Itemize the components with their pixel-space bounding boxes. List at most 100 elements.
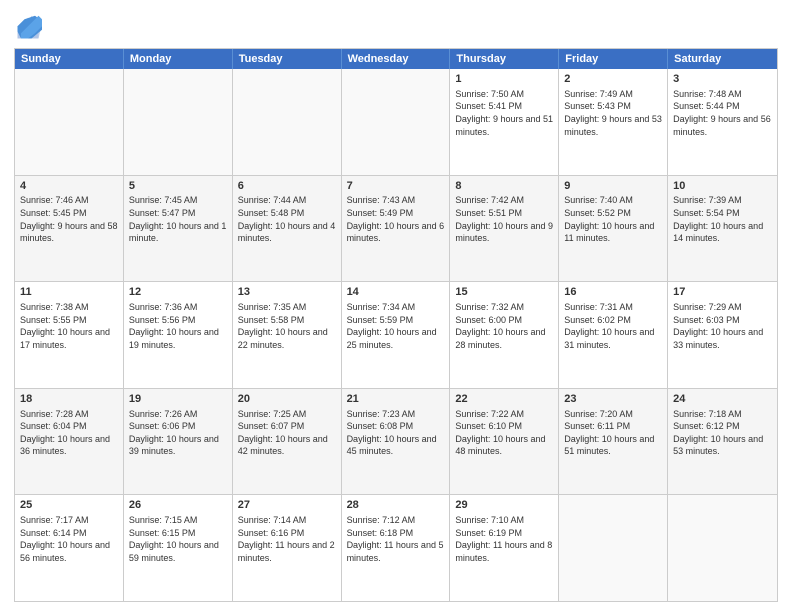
cal-cell-1-4: 8Sunrise: 7:42 AMSunset: 5:51 PMDaylight…	[450, 176, 559, 282]
cal-cell-0-0	[15, 69, 124, 175]
cal-cell-2-6: 17Sunrise: 7:29 AMSunset: 6:03 PMDayligh…	[668, 282, 777, 388]
cal-cell-3-5: 23Sunrise: 7:20 AMSunset: 6:11 PMDayligh…	[559, 389, 668, 495]
day-number: 20	[238, 392, 336, 407]
day-number: 7	[347, 179, 445, 194]
day-number: 9	[564, 179, 662, 194]
cal-cell-4-3: 28Sunrise: 7:12 AMSunset: 6:18 PMDayligh…	[342, 495, 451, 601]
day-number: 4	[20, 179, 118, 194]
day-info: Sunrise: 7:38 AMSunset: 5:55 PMDaylight:…	[20, 301, 118, 351]
day-info: Sunrise: 7:17 AMSunset: 6:14 PMDaylight:…	[20, 514, 118, 564]
day-number: 12	[129, 285, 227, 300]
day-info: Sunrise: 7:43 AMSunset: 5:49 PMDaylight:…	[347, 194, 445, 244]
day-number: 16	[564, 285, 662, 300]
cal-cell-2-5: 16Sunrise: 7:31 AMSunset: 6:02 PMDayligh…	[559, 282, 668, 388]
cal-cell-0-1	[124, 69, 233, 175]
header	[14, 10, 778, 42]
day-number: 1	[455, 72, 553, 87]
header-thursday: Thursday	[450, 49, 559, 69]
header-sunday: Sunday	[15, 49, 124, 69]
day-number: 15	[455, 285, 553, 300]
day-info: Sunrise: 7:20 AMSunset: 6:11 PMDaylight:…	[564, 408, 662, 458]
day-info: Sunrise: 7:35 AMSunset: 5:58 PMDaylight:…	[238, 301, 336, 351]
day-number: 17	[673, 285, 772, 300]
cal-cell-0-6: 3Sunrise: 7:48 AMSunset: 5:44 PMDaylight…	[668, 69, 777, 175]
cal-cell-4-4: 29Sunrise: 7:10 AMSunset: 6:19 PMDayligh…	[450, 495, 559, 601]
day-number: 21	[347, 392, 445, 407]
day-info: Sunrise: 7:14 AMSunset: 6:16 PMDaylight:…	[238, 514, 336, 564]
day-number: 19	[129, 392, 227, 407]
calendar-row-3: 18Sunrise: 7:28 AMSunset: 6:04 PMDayligh…	[15, 388, 777, 495]
header-saturday: Saturday	[668, 49, 777, 69]
day-number: 2	[564, 72, 662, 87]
cal-cell-3-6: 24Sunrise: 7:18 AMSunset: 6:12 PMDayligh…	[668, 389, 777, 495]
day-number: 14	[347, 285, 445, 300]
logo-icon	[14, 14, 42, 42]
calendar-header: Sunday Monday Tuesday Wednesday Thursday…	[15, 49, 777, 69]
day-number: 24	[673, 392, 772, 407]
header-friday: Friday	[559, 49, 668, 69]
page: Sunday Monday Tuesday Wednesday Thursday…	[0, 0, 792, 612]
cal-cell-3-3: 21Sunrise: 7:23 AMSunset: 6:08 PMDayligh…	[342, 389, 451, 495]
day-number: 8	[455, 179, 553, 194]
cal-cell-0-5: 2Sunrise: 7:49 AMSunset: 5:43 PMDaylight…	[559, 69, 668, 175]
header-monday: Monday	[124, 49, 233, 69]
day-info: Sunrise: 7:12 AMSunset: 6:18 PMDaylight:…	[347, 514, 445, 564]
day-info: Sunrise: 7:22 AMSunset: 6:10 PMDaylight:…	[455, 408, 553, 458]
cal-cell-0-3	[342, 69, 451, 175]
cal-cell-4-6	[668, 495, 777, 601]
cal-cell-1-0: 4Sunrise: 7:46 AMSunset: 5:45 PMDaylight…	[15, 176, 124, 282]
day-number: 23	[564, 392, 662, 407]
cal-cell-4-1: 26Sunrise: 7:15 AMSunset: 6:15 PMDayligh…	[124, 495, 233, 601]
day-number: 3	[673, 72, 772, 87]
cal-cell-2-3: 14Sunrise: 7:34 AMSunset: 5:59 PMDayligh…	[342, 282, 451, 388]
day-number: 18	[20, 392, 118, 407]
calendar-row-2: 11Sunrise: 7:38 AMSunset: 5:55 PMDayligh…	[15, 281, 777, 388]
calendar-row-4: 25Sunrise: 7:17 AMSunset: 6:14 PMDayligh…	[15, 494, 777, 601]
day-number: 5	[129, 179, 227, 194]
day-number: 11	[20, 285, 118, 300]
day-info: Sunrise: 7:29 AMSunset: 6:03 PMDaylight:…	[673, 301, 772, 351]
cal-cell-2-2: 13Sunrise: 7:35 AMSunset: 5:58 PMDayligh…	[233, 282, 342, 388]
cal-cell-4-0: 25Sunrise: 7:17 AMSunset: 6:14 PMDayligh…	[15, 495, 124, 601]
day-info: Sunrise: 7:31 AMSunset: 6:02 PMDaylight:…	[564, 301, 662, 351]
day-info: Sunrise: 7:25 AMSunset: 6:07 PMDaylight:…	[238, 408, 336, 458]
day-info: Sunrise: 7:50 AMSunset: 5:41 PMDaylight:…	[455, 88, 553, 138]
day-number: 26	[129, 498, 227, 513]
day-info: Sunrise: 7:48 AMSunset: 5:44 PMDaylight:…	[673, 88, 772, 138]
day-info: Sunrise: 7:28 AMSunset: 6:04 PMDaylight:…	[20, 408, 118, 458]
cal-cell-0-2	[233, 69, 342, 175]
day-number: 27	[238, 498, 336, 513]
day-info: Sunrise: 7:36 AMSunset: 5:56 PMDaylight:…	[129, 301, 227, 351]
calendar: Sunday Monday Tuesday Wednesday Thursday…	[14, 48, 778, 602]
cal-cell-1-1: 5Sunrise: 7:45 AMSunset: 5:47 PMDaylight…	[124, 176, 233, 282]
day-info: Sunrise: 7:44 AMSunset: 5:48 PMDaylight:…	[238, 194, 336, 244]
day-number: 28	[347, 498, 445, 513]
cal-cell-4-5	[559, 495, 668, 601]
day-number: 29	[455, 498, 553, 513]
cal-cell-1-5: 9Sunrise: 7:40 AMSunset: 5:52 PMDaylight…	[559, 176, 668, 282]
day-number: 25	[20, 498, 118, 513]
cal-cell-2-1: 12Sunrise: 7:36 AMSunset: 5:56 PMDayligh…	[124, 282, 233, 388]
cal-cell-4-2: 27Sunrise: 7:14 AMSunset: 6:16 PMDayligh…	[233, 495, 342, 601]
cal-cell-3-0: 18Sunrise: 7:28 AMSunset: 6:04 PMDayligh…	[15, 389, 124, 495]
day-number: 10	[673, 179, 772, 194]
day-number: 6	[238, 179, 336, 194]
day-number: 22	[455, 392, 553, 407]
cal-cell-1-6: 10Sunrise: 7:39 AMSunset: 5:54 PMDayligh…	[668, 176, 777, 282]
day-info: Sunrise: 7:34 AMSunset: 5:59 PMDaylight:…	[347, 301, 445, 351]
cal-cell-0-4: 1Sunrise: 7:50 AMSunset: 5:41 PMDaylight…	[450, 69, 559, 175]
day-info: Sunrise: 7:49 AMSunset: 5:43 PMDaylight:…	[564, 88, 662, 138]
day-info: Sunrise: 7:18 AMSunset: 6:12 PMDaylight:…	[673, 408, 772, 458]
day-info: Sunrise: 7:26 AMSunset: 6:06 PMDaylight:…	[129, 408, 227, 458]
day-info: Sunrise: 7:32 AMSunset: 6:00 PMDaylight:…	[455, 301, 553, 351]
cal-cell-1-3: 7Sunrise: 7:43 AMSunset: 5:49 PMDaylight…	[342, 176, 451, 282]
header-tuesday: Tuesday	[233, 49, 342, 69]
cal-cell-3-4: 22Sunrise: 7:22 AMSunset: 6:10 PMDayligh…	[450, 389, 559, 495]
calendar-row-1: 4Sunrise: 7:46 AMSunset: 5:45 PMDaylight…	[15, 175, 777, 282]
cal-cell-3-1: 19Sunrise: 7:26 AMSunset: 6:06 PMDayligh…	[124, 389, 233, 495]
cal-cell-2-0: 11Sunrise: 7:38 AMSunset: 5:55 PMDayligh…	[15, 282, 124, 388]
day-info: Sunrise: 7:10 AMSunset: 6:19 PMDaylight:…	[455, 514, 553, 564]
calendar-row-0: 1Sunrise: 7:50 AMSunset: 5:41 PMDaylight…	[15, 69, 777, 175]
cal-cell-1-2: 6Sunrise: 7:44 AMSunset: 5:48 PMDaylight…	[233, 176, 342, 282]
day-number: 13	[238, 285, 336, 300]
